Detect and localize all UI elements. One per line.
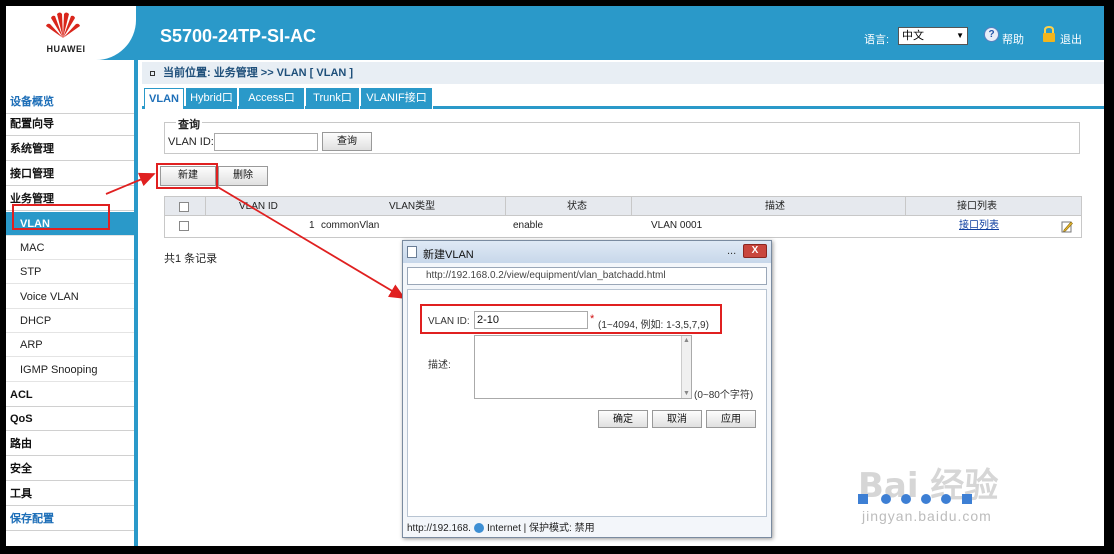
sidebar-subitem-igmp[interactable]: IGMP Snooping	[6, 358, 134, 382]
edit-icon[interactable]	[1061, 220, 1073, 233]
column-header-vlan-type: VLAN类型	[389, 201, 436, 212]
dialog-title: 新建VLAN	[423, 249, 474, 261]
record-count: 共1 条记录	[164, 253, 218, 265]
column-header-ports: 接口列表	[957, 201, 997, 212]
scroll-down-icon: ▼	[683, 390, 690, 397]
column-header-description: 描述	[765, 201, 785, 212]
sidebar: 设备概览 配置向导 系统管理 接口管理 业务管理 VLAN MAC STP Vo…	[6, 60, 138, 546]
help-icon[interactable]: ?	[984, 27, 999, 42]
delete-button[interactable]: 删除	[218, 166, 268, 186]
sidebar-item-save-config[interactable]: 保存配置	[6, 507, 134, 531]
language-select[interactable]: 中文 ▼	[898, 27, 968, 45]
sidebar-subitem-stp[interactable]: STP	[6, 260, 134, 284]
new-vlan-dialog: 新建VLAN ... X http://192.168.0.2/view/equ…	[402, 240, 772, 538]
sidebar-item-security[interactable]: 安全	[6, 457, 134, 481]
row-checkbox[interactable]	[179, 221, 189, 231]
ok-button[interactable]: 确定	[598, 410, 648, 428]
dialog-titlebar[interactable]: 新建VLAN ... X	[403, 241, 771, 263]
dialog-description-label: 描述:	[428, 360, 451, 371]
sidebar-item-system[interactable]: 系统管理	[6, 137, 134, 161]
sidebar-item-wizard[interactable]: 配置向导	[6, 112, 134, 136]
tab-bar: VLAN Hybrid口 Access口 Trunk口 VLANIF接口	[142, 86, 1104, 109]
breadcrumb: 当前位置: 业务管理 >> VLAN [ VLAN ]	[142, 62, 1104, 84]
tab-access[interactable]: Access口	[239, 88, 305, 109]
ports-link[interactable]: 接口列表	[959, 216, 999, 237]
vlan-id-label: VLAN ID:	[168, 136, 214, 148]
sidebar-item-acl[interactable]: ACL	[6, 383, 134, 407]
sidebar-item-route[interactable]: 路由	[6, 432, 134, 456]
cell-vlan-id: 1	[309, 220, 315, 231]
sidebar-item-interface[interactable]: 接口管理	[6, 162, 134, 186]
logo-text: HUAWEI	[46, 44, 86, 54]
status-url: http://192.168.	[407, 523, 471, 534]
baidu-watermark: Bai 经验 jingyan.baidu.com	[858, 458, 1088, 538]
table-row: 1 commonVlan enable VLAN 0001 接口列表	[164, 216, 1082, 238]
select-all-checkbox[interactable]	[179, 202, 189, 212]
device-title: S5700-24TP-SI-AC	[160, 26, 317, 46]
cell-description: VLAN 0001	[651, 220, 703, 231]
page-icon	[407, 246, 417, 258]
query-button[interactable]: 查询	[322, 132, 372, 151]
app-frame: HUAWEI S5700-24TP-SI-AC 语言: 中文 ▼ ? 帮助 退出…	[6, 6, 1104, 546]
vlan-menu-highlight	[12, 204, 110, 230]
dialog-address-bar[interactable]: http://192.168.0.2/view/equipment/vlan_b…	[407, 267, 767, 285]
sidebar-item-overview[interactable]: 设备概览	[6, 90, 134, 114]
close-button[interactable]: X	[743, 244, 767, 258]
toolbar-icons	[858, 494, 972, 504]
table-header: VLAN ID VLAN类型 状态 描述 接口列表	[164, 196, 1082, 216]
language-select-value: 中文	[902, 30, 924, 42]
logout-link[interactable]: 退出	[1060, 31, 1082, 47]
sidebar-item-qos[interactable]: QoS	[6, 407, 134, 431]
chevron-down-icon: ▼	[956, 31, 964, 40]
dialog-body: VLAN ID: 2-10 * (1~4094, 例如: 1-3,5,7,9) …	[407, 289, 767, 517]
column-header-status: 状态	[567, 201, 587, 212]
cancel-button[interactable]: 取消	[652, 410, 702, 428]
logo: HUAWEI	[6, 6, 136, 60]
tab-vlan[interactable]: VLAN	[144, 88, 184, 109]
sidebar-item-tools[interactable]: 工具	[6, 482, 134, 506]
cell-status: enable	[513, 220, 544, 231]
huawei-logo-icon	[46, 12, 80, 38]
description-scrollbar[interactable]: ▲ ▼	[681, 336, 691, 398]
apply-button[interactable]: 应用	[706, 410, 756, 428]
vlan-id-search-input[interactable]	[214, 133, 318, 151]
dialog-description-textarea[interactable]: ▲ ▼	[474, 335, 692, 399]
language-label: 语言:	[864, 34, 890, 46]
dialog-status-bar: http://192.168. Internet | 保护模式: 禁用	[407, 521, 767, 537]
tab-vlanif[interactable]: VLANIF接口	[361, 88, 433, 109]
vlan-id-highlight	[420, 304, 722, 334]
sidebar-subitem-arp[interactable]: ARP	[6, 333, 134, 357]
cell-vlan-type: commonVlan	[321, 220, 380, 231]
column-header-vlan-id: VLAN ID	[239, 201, 278, 212]
tab-trunk[interactable]: Trunk口	[306, 88, 360, 109]
help-link[interactable]: 帮助	[1002, 31, 1024, 47]
breadcrumb-text: 当前位置: 业务管理 >> VLAN [ VLAN ]	[163, 67, 354, 79]
new-button-highlight	[156, 163, 218, 189]
sidebar-subitem-dhcp[interactable]: DHCP	[6, 309, 134, 333]
header-bar: HUAWEI S5700-24TP-SI-AC 语言: 中文 ▼ ? 帮助 退出	[6, 6, 1104, 60]
watermark-url: jingyan.baidu.com	[862, 508, 992, 524]
minimize-button[interactable]: ...	[727, 245, 736, 257]
description-length-hint: (0~80个字符)	[694, 390, 754, 401]
tab-hybrid[interactable]: Hybrid口	[186, 88, 238, 109]
globe-icon	[473, 523, 484, 534]
lock-icon[interactable]	[1042, 26, 1056, 42]
sidebar-subitem-voice-vlan[interactable]: Voice VLAN	[6, 285, 134, 309]
bullet-icon	[150, 70, 155, 76]
query-title: 查询	[176, 116, 202, 132]
sidebar-subitem-mac[interactable]: MAC	[6, 236, 134, 260]
status-zone: Internet | 保护模式: 禁用	[486, 523, 595, 534]
scroll-up-icon: ▲	[683, 337, 690, 344]
